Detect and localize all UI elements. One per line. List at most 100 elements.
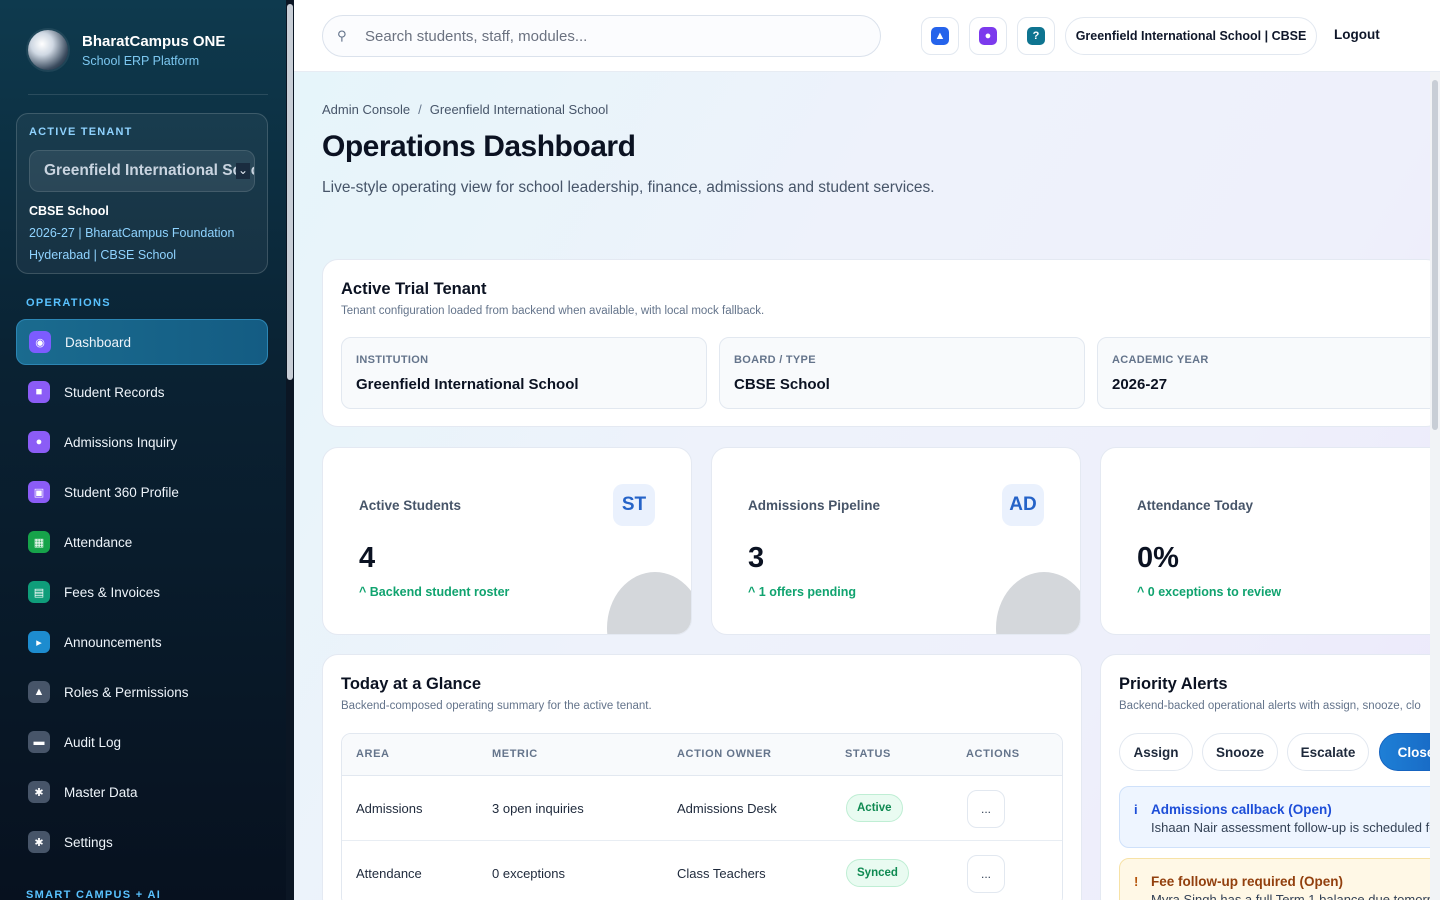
sidebar-item-master-data[interactable]: ✱ Master Data [16,769,268,815]
card-title: Active Trial Tenant [341,280,487,298]
row-actions-button[interactable]: ... [967,790,1005,828]
fees-icon: ▤ [28,581,50,603]
column-header-actions: ACTIONS [966,748,1020,760]
page-subtitle: Live-style operating view for school lea… [322,179,935,196]
tenant-location: Hyderabad | CBSE School [29,248,177,262]
field-label: BOARD / TYPE [734,354,816,366]
field-label: ACADEMIC YEAR [1112,354,1209,366]
warning-icon: ! [1134,874,1139,889]
stat-badge: ST [613,484,655,526]
sidebar-item-dashboard[interactable]: ◉ Dashboard [16,319,268,365]
stat-value: 0% [1137,542,1179,574]
sidebar-item-label: Fees & Invoices [64,584,161,600]
row-actions-button[interactable]: ... [967,855,1005,893]
card-title: Priority Alerts [1119,675,1228,693]
alert-item[interactable]: ! Fee follow-up required (Open) Myra Sin… [1119,858,1440,900]
sidebar-item-fees[interactable]: ▤ Fees & Invoices [16,569,268,615]
tenant-select[interactable]: Greenfield International School ⌄ [29,150,255,192]
main-scrollbar-thumb[interactable] [1432,80,1438,430]
messages-button[interactable]: ● [969,17,1007,55]
stat-value: 4 [359,542,376,574]
operations-section-title: OPERATIONS [26,297,111,309]
tenant-panel: ACTIVE TENANT Greenfield International S… [16,113,268,274]
tenant-label: ACTIVE TENANT [29,126,133,138]
gear-icon: ✱ [28,831,50,853]
stat-card-admissions[interactable]: Admissions Pipeline AD 3 ^ 1 offers pend… [711,447,1081,635]
notifications-button[interactable]: ▲ [921,17,959,55]
topbar: ⚲ Search students, staff, modules... ▲ ●… [294,0,1440,72]
sidebar-item-label: Dashboard [65,334,132,350]
alert-title: Admissions callback (Open) [1151,802,1332,817]
sidebar-item-admissions-inquiry[interactable]: ● Admissions Inquiry [16,419,268,465]
stat-label: Attendance Today [1137,498,1254,513]
sidebar-item-roles[interactable]: ▲ Roles & Permissions [16,669,268,715]
page-title: Operations Dashboard [322,130,636,163]
sidebar-item-audit-log[interactable]: ▬ Audit Log [16,719,268,765]
search-icon: ⚲ [337,28,347,43]
sidebar-item-label: Student Records [64,384,165,400]
field-value: 2026-27 [1112,376,1168,393]
search-input[interactable]: ⚲ Search students, staff, modules... [322,15,881,57]
status-badge: Active [846,794,903,822]
profile-icon: ▣ [28,481,50,503]
main-scrollbar[interactable] [1430,72,1440,900]
cell-metric: 3 open inquiries [492,801,584,816]
column-header-area: AREA [356,748,390,760]
sidebar-item-announcements[interactable]: ▸ Announcements [16,619,268,665]
breadcrumb-root[interactable]: Admin Console [322,102,410,117]
help-button[interactable]: ? [1017,17,1055,55]
brand[interactable]: BharatCampus ONE School ERP Platform [28,30,225,70]
tenant-board: CBSE School [29,204,109,218]
brand-name: BharatCampus ONE [82,32,226,50]
brand-logo-icon [28,30,68,70]
sidebar-item-student-360[interactable]: ▣ Student 360 Profile [16,469,268,515]
sidebar-divider [28,94,268,95]
sidebar-item-label: Master Data [64,784,138,800]
snooze-button[interactable]: Snooze [1202,733,1278,771]
stat-card-active-students[interactable]: Active Students ST 4 ^ Backend student r… [322,447,692,635]
stat-label: Active Students [359,498,462,513]
sidebar-item-label: Audit Log [64,734,122,750]
card-title: Today at a Glance [341,675,481,693]
sidebar-item-student-records[interactable]: ■ Student Records [16,369,268,415]
sidebar-item-label: Attendance [64,534,133,550]
stat-badge: AD [1002,484,1044,526]
sidebar-item-attendance[interactable]: ▦ Attendance [16,519,268,565]
school-chip[interactable]: Greenfield International School | CBSE [1065,17,1317,55]
escalate-button[interactable]: Escalate [1287,733,1369,771]
stat-decoration [996,572,1080,634]
chevron-down-icon: ⌄ [236,163,250,179]
sidebar: BharatCampus ONE School ERP Platform ACT… [0,0,294,900]
sidebar-item-label: Settings [64,834,113,850]
help-icon: ? [1027,27,1045,45]
card-subtitle: Backend-backed operational alerts with a… [1119,700,1421,712]
field-label: INSTITUTION [356,354,429,366]
table-header: AREA METRIC ACTION OWNER STATUS ACTIONS [342,734,1062,776]
sidebar-item-settings[interactable]: ✱ Settings [16,819,268,865]
calendar-icon: ▦ [28,531,50,553]
alert-body: Myra Singh has a full Term 1 balance due… [1151,892,1439,900]
cell-area: Attendance [356,866,422,881]
cell-owner: Admissions Desk [677,801,777,816]
cell-owner: Class Teachers [677,866,766,881]
sidebar-item-label: Admissions Inquiry [64,434,178,450]
column-header-owner: ACTION OWNER [677,748,772,760]
stat-card-attendance[interactable]: Attendance Today AT 0% ^ 0 exceptions to… [1100,447,1440,635]
folder-icon: ▬ [28,731,50,753]
assign-button[interactable]: Assign [1119,733,1193,771]
sidebar-scrollbar[interactable] [286,0,294,900]
breadcrumb-separator: / [418,102,422,117]
table-row: Admissions 3 open inquiries Admissions D… [342,776,1062,841]
tenant-year-org: 2026-27 | BharatCampus Foundation [29,226,235,240]
alert-item[interactable]: i Admissions callback (Open) Ishaan Nair… [1119,786,1440,848]
lock-icon: ▲ [28,681,50,703]
sidebar-item-label: Student 360 Profile [64,484,179,500]
column-header-metric: METRIC [492,748,538,760]
logout-button[interactable]: Logout [1334,27,1380,42]
today-at-a-glance-card: Today at a Glance Backend-composed opera… [322,654,1082,900]
dashboard-icon: ◉ [29,331,51,353]
sidebar-scrollbar-thumb[interactable] [287,4,293,380]
board-type-field: BOARD / TYPE CBSE School [719,337,1085,409]
status-badge: Synced [846,859,909,887]
glance-table: AREA METRIC ACTION OWNER STATUS ACTIONS … [341,733,1063,900]
